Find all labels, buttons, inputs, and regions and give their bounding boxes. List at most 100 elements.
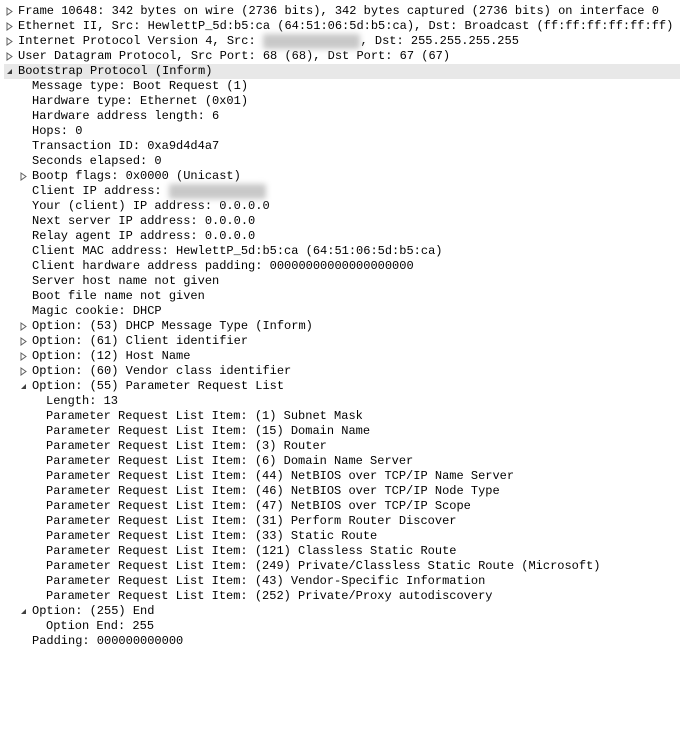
row-label: Parameter Request List Item: (249) Priva… <box>46 559 601 574</box>
expand-icon[interactable] <box>4 22 14 32</box>
row-label: Length: 13 <box>46 394 118 409</box>
tree-row[interactable]: Hardware type: Ethernet (0x01) <box>4 94 680 109</box>
row-label: Boot file name not given <box>32 289 205 304</box>
tree-row[interactable]: Parameter Request List Item: (249) Priva… <box>4 559 680 574</box>
tree-row[interactable]: Seconds elapsed: 0 <box>4 154 680 169</box>
expand-icon[interactable] <box>4 37 14 47</box>
row-label: Client MAC address: HewlettP_5d:b5:ca (6… <box>32 244 442 259</box>
collapse-icon[interactable] <box>4 67 14 77</box>
row-label: Option: (12) Host Name <box>32 349 190 364</box>
toggle-slot <box>4 67 18 77</box>
tree-row[interactable]: Bootp flags: 0x0000 (Unicast) <box>4 169 680 184</box>
tree-row[interactable]: Bootstrap Protocol (Inform) <box>4 64 680 79</box>
row-label: Parameter Request List Item: (46) NetBIO… <box>46 484 500 499</box>
collapse-icon[interactable] <box>18 607 28 617</box>
expand-icon[interactable] <box>4 52 14 62</box>
tree-row[interactable]: Parameter Request List Item: (47) NetBIO… <box>4 499 680 514</box>
tree-row[interactable]: Parameter Request List Item: (3) Router <box>4 439 680 454</box>
row-label: Bootp flags: 0x0000 (Unicast) <box>32 169 241 184</box>
tree-row[interactable]: Length: 13 <box>4 394 680 409</box>
row-label: Magic cookie: DHCP <box>32 304 162 319</box>
toggle-slot <box>4 7 18 17</box>
tree-row[interactable]: Parameter Request List Item: (46) NetBIO… <box>4 484 680 499</box>
toggle-slot <box>18 352 32 362</box>
tree-row[interactable]: Parameter Request List Item: (43) Vendor… <box>4 574 680 589</box>
row-label: Option: (61) Client identifier <box>32 334 248 349</box>
tree-row[interactable]: Option: (255) End <box>4 604 680 619</box>
tree-row[interactable]: Client IP address: XXX.X.XXX.XXX <box>4 184 680 199</box>
expand-icon[interactable] <box>18 337 28 347</box>
packet-details-tree: Frame 10648: 342 bytes on wire (2736 bit… <box>4 4 680 649</box>
row-label: Server host name not given <box>32 274 219 289</box>
tree-row[interactable]: Parameter Request List Item: (6) Domain … <box>4 454 680 469</box>
tree-row[interactable]: Client MAC address: HewlettP_5d:b5:ca (6… <box>4 244 680 259</box>
row-label: Option: (55) Parameter Request List <box>32 379 284 394</box>
tree-row[interactable]: Option: (55) Parameter Request List <box>4 379 680 394</box>
expand-icon[interactable] <box>18 367 28 377</box>
tree-row[interactable]: Parameter Request List Item: (1) Subnet … <box>4 409 680 424</box>
row-label: Parameter Request List Item: (33) Static… <box>46 529 377 544</box>
tree-row[interactable]: Option: (61) Client identifier <box>4 334 680 349</box>
row-label: Parameter Request List Item: (43) Vendor… <box>46 574 485 589</box>
tree-row[interactable]: Your (client) IP address: 0.0.0.0 <box>4 199 680 214</box>
row-label: Bootstrap Protocol (Inform) <box>18 64 212 79</box>
toggle-slot <box>4 22 18 32</box>
redacted-ip: XXX.X.XXX.XXX <box>263 34 361 49</box>
row-label: Parameter Request List Item: (6) Domain … <box>46 454 413 469</box>
tree-row[interactable]: Frame 10648: 342 bytes on wire (2736 bit… <box>4 4 680 19</box>
tree-row[interactable]: Transaction ID: 0xa9d4d4a7 <box>4 139 680 154</box>
tree-row[interactable]: Option: (53) DHCP Message Type (Inform) <box>4 319 680 334</box>
toggle-slot <box>18 607 32 617</box>
tree-row[interactable]: Parameter Request List Item: (15) Domain… <box>4 424 680 439</box>
tree-row[interactable]: Hops: 0 <box>4 124 680 139</box>
toggle-slot <box>4 52 18 62</box>
collapse-icon[interactable] <box>18 382 28 392</box>
tree-row[interactable]: Hardware address length: 6 <box>4 109 680 124</box>
tree-row[interactable]: Ethernet II, Src: HewlettP_5d:b5:ca (64:… <box>4 19 680 34</box>
row-label: Parameter Request List Item: (1) Subnet … <box>46 409 363 424</box>
tree-row[interactable]: Option: (60) Vendor class identifier <box>4 364 680 379</box>
row-label: Option: (53) DHCP Message Type (Inform) <box>32 319 313 334</box>
tree-row[interactable]: Parameter Request List Item: (33) Static… <box>4 529 680 544</box>
tree-row[interactable]: Parameter Request List Item: (44) NetBIO… <box>4 469 680 484</box>
row-label: Message type: Boot Request (1) <box>32 79 248 94</box>
tree-row[interactable]: Internet Protocol Version 4, Src: XXX.X.… <box>4 34 680 49</box>
row-label: Internet Protocol Version 4, Src: <box>18 34 263 49</box>
row-label: Parameter Request List Item: (3) Router <box>46 439 327 454</box>
row-label: Client IP address: <box>32 184 169 199</box>
tree-row[interactable]: User Datagram Protocol, Src Port: 68 (68… <box>4 49 680 64</box>
row-label: Relay agent IP address: 0.0.0.0 <box>32 229 255 244</box>
tree-row[interactable]: Parameter Request List Item: (121) Class… <box>4 544 680 559</box>
tree-row[interactable]: Option: (12) Host Name <box>4 349 680 364</box>
tree-row[interactable]: Boot file name not given <box>4 289 680 304</box>
tree-row[interactable]: Relay agent IP address: 0.0.0.0 <box>4 229 680 244</box>
tree-row[interactable]: Padding: 000000000000 <box>4 634 680 649</box>
tree-row[interactable]: Magic cookie: DHCP <box>4 304 680 319</box>
tree-row[interactable]: Message type: Boot Request (1) <box>4 79 680 94</box>
row-label: Parameter Request List Item: (252) Priva… <box>46 589 492 604</box>
row-label: Next server IP address: 0.0.0.0 <box>32 214 255 229</box>
row-label: Hardware type: Ethernet (0x01) <box>32 94 248 109</box>
row-label: Your (client) IP address: 0.0.0.0 <box>32 199 270 214</box>
row-label: Padding: 000000000000 <box>32 634 183 649</box>
row-label: Option: (60) Vendor class identifier <box>32 364 291 379</box>
expand-icon[interactable] <box>18 352 28 362</box>
tree-row[interactable]: Parameter Request List Item: (252) Priva… <box>4 589 680 604</box>
row-label: Client hardware address padding: 0000000… <box>32 259 414 274</box>
tree-row[interactable]: Next server IP address: 0.0.0.0 <box>4 214 680 229</box>
tree-row[interactable]: Option End: 255 <box>4 619 680 634</box>
tree-row[interactable]: Server host name not given <box>4 274 680 289</box>
expand-icon[interactable] <box>4 7 14 17</box>
tree-row[interactable]: Client hardware address padding: 0000000… <box>4 259 680 274</box>
toggle-slot <box>18 337 32 347</box>
expand-icon[interactable] <box>18 322 28 332</box>
row-label: Frame 10648: 342 bytes on wire (2736 bit… <box>18 4 659 19</box>
toggle-slot <box>18 367 32 377</box>
tree-row[interactable]: Parameter Request List Item: (31) Perfor… <box>4 514 680 529</box>
row-label-after: , Dst: 255.255.255.255 <box>360 34 518 49</box>
toggle-slot <box>4 37 18 47</box>
row-label: Parameter Request List Item: (15) Domain… <box>46 424 370 439</box>
row-label: Parameter Request List Item: (31) Perfor… <box>46 514 456 529</box>
redacted-ip: XXX.X.XXX.XXX <box>169 184 267 199</box>
expand-icon[interactable] <box>18 172 28 182</box>
